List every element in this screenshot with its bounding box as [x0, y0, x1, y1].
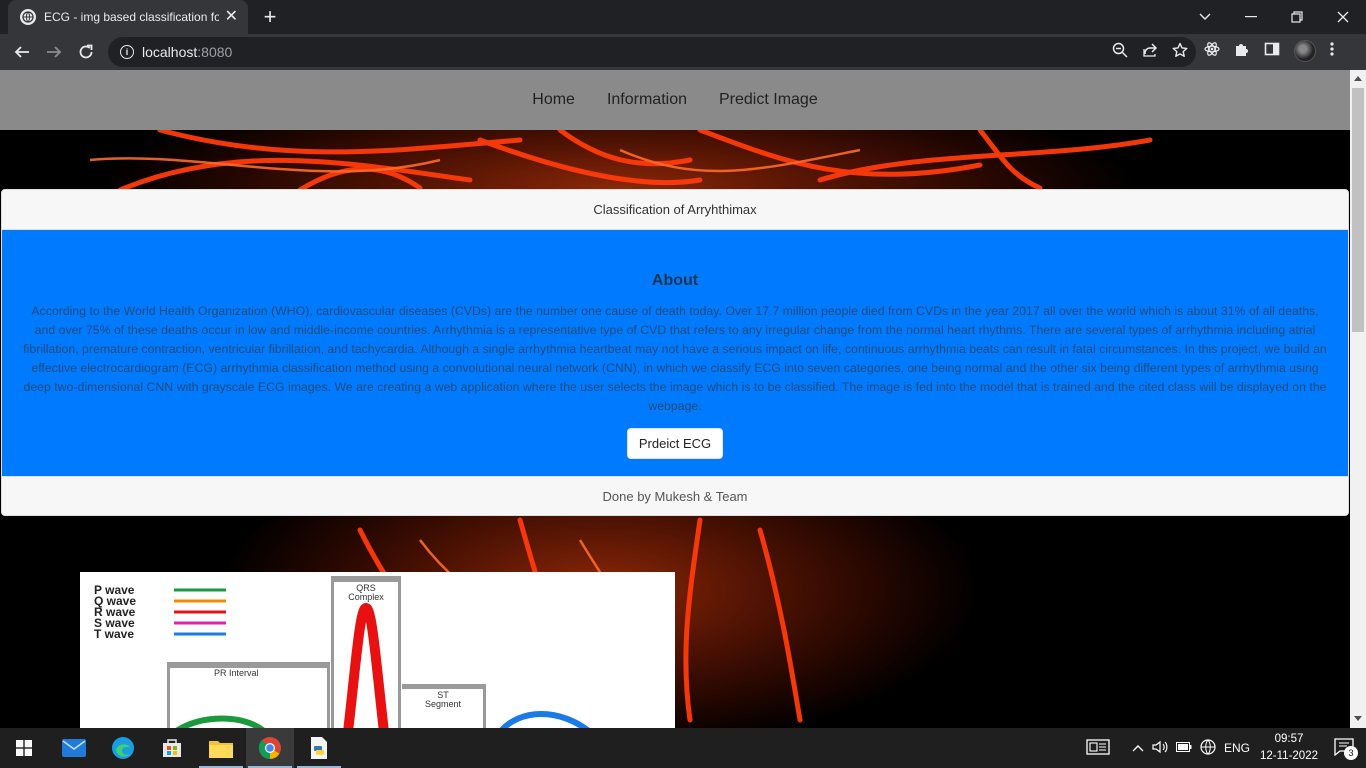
tab-search-icon[interactable] [1182, 0, 1228, 34]
battery-icon[interactable] [1176, 741, 1192, 755]
predict-ecg-button[interactable]: Prdeict ECG [626, 428, 724, 459]
scroll-down-arrow-icon[interactable] [1354, 716, 1362, 721]
back-arrow-icon[interactable] [10, 40, 34, 64]
restore-icon[interactable] [1274, 0, 1320, 34]
nav-link-home[interactable]: Home [532, 91, 575, 109]
close-window-icon[interactable] [1320, 0, 1366, 34]
react-devtools-icon[interactable] [1204, 41, 1220, 62]
tab-title: ECG - img based classification fo [44, 10, 219, 24]
close-tab-icon[interactable]: ✕ [225, 9, 238, 25]
volume-icon[interactable] [1152, 740, 1168, 757]
clock-date: 12-11-2022 [1260, 750, 1318, 762]
about-text: According to the World Health Organizati… [23, 304, 1327, 413]
browser-tab[interactable]: ECG - img based classification fo ✕ [8, 0, 248, 34]
windows-start-icon[interactable] [0, 728, 48, 768]
scroll-up-arrow-icon[interactable] [1354, 76, 1362, 81]
notification-count-badge: 3 [1344, 745, 1358, 760]
site-info-icon[interactable]: i [120, 45, 134, 59]
network-globe-icon[interactable] [1200, 738, 1216, 758]
mail-icon[interactable] [50, 728, 98, 768]
scrollbar-thumb[interactable] [1352, 88, 1364, 332]
browser-tab-strip: ECG - img based classification fo ✕ + [0, 0, 1366, 34]
site-navbar: Home Information Predict Image [0, 70, 1350, 130]
about-title: About [651, 272, 699, 289]
globe-icon [20, 9, 36, 25]
browser-toolbar: i localhost:8080 [0, 34, 1366, 70]
pr-interval-label: PR Interval [214, 668, 259, 678]
page-scrollbar[interactable] [1350, 70, 1366, 728]
page-viewport: Home Information Predict Image Classific… [0, 70, 1350, 728]
qrs-complex-marker: QRS Complex [331, 576, 401, 728]
st-segment-marker: ST Segment [402, 684, 486, 728]
address-bar[interactable]: i localhost:8080 [108, 37, 1196, 67]
zoom-icon[interactable] [1112, 42, 1128, 63]
profile-avatar[interactable] [1294, 40, 1316, 62]
microsoft-store-icon[interactable] [148, 728, 196, 768]
system-clock[interactable]: 09:57 12-11-2022 [1260, 731, 1318, 765]
share-icon[interactable] [1142, 42, 1158, 63]
p-wave-curve [175, 715, 265, 728]
nav-link-predict-image[interactable]: Predict Image [719, 91, 818, 109]
about-section: About According to the World Health Orga… [2, 230, 1348, 476]
card-header: Classification of Arryhthimax [2, 190, 1348, 230]
extensions-puzzle-icon[interactable] [1234, 41, 1250, 62]
news-widget-icon[interactable] [1086, 738, 1110, 758]
qrs-label-line2: Complex [348, 592, 384, 602]
menu-kebab-icon[interactable] [1330, 41, 1334, 62]
file-explorer-icon[interactable] [197, 728, 245, 768]
language-indicator[interactable]: ENG [1224, 741, 1250, 755]
notification-center-icon[interactable]: 3 [1334, 737, 1358, 760]
side-panel-icon[interactable] [1264, 41, 1280, 62]
legend-label-t: T wave [94, 627, 134, 641]
show-hidden-icons-chevron-icon[interactable] [1132, 741, 1144, 755]
minimize-icon[interactable] [1228, 0, 1274, 34]
forward-arrow-icon[interactable] [42, 40, 66, 64]
python-file-icon[interactable] [295, 728, 343, 768]
r-wave-curve [343, 602, 389, 728]
card-footer: Done by Mukesh & Team [2, 476, 1348, 515]
nav-link-information[interactable]: Information [607, 91, 687, 109]
classification-card: Classification of Arryhthimax About Acco… [1, 189, 1349, 516]
new-tab-button[interactable]: + [258, 5, 282, 29]
ecg-waveform-diagram: P wave Q wave R wave S wave T wave PR In… [80, 572, 675, 728]
system-tray: ENG 09:57 12-11-2022 3 [1086, 728, 1366, 768]
t-wave-curve [499, 711, 590, 728]
clock-time: 09:57 [1274, 733, 1304, 745]
url-port: :8080 [197, 44, 233, 60]
url-host: localhost [142, 44, 198, 60]
st-label-line2: Segment [425, 699, 462, 709]
edge-browser-icon[interactable] [99, 728, 147, 768]
bookmark-star-icon[interactable] [1172, 42, 1188, 63]
reload-icon[interactable] [74, 40, 98, 64]
windows-taskbar: ENG 09:57 12-11-2022 3 [0, 728, 1366, 768]
chrome-browser-icon[interactable] [246, 728, 294, 768]
pr-interval-marker: PR Interval [167, 662, 330, 728]
